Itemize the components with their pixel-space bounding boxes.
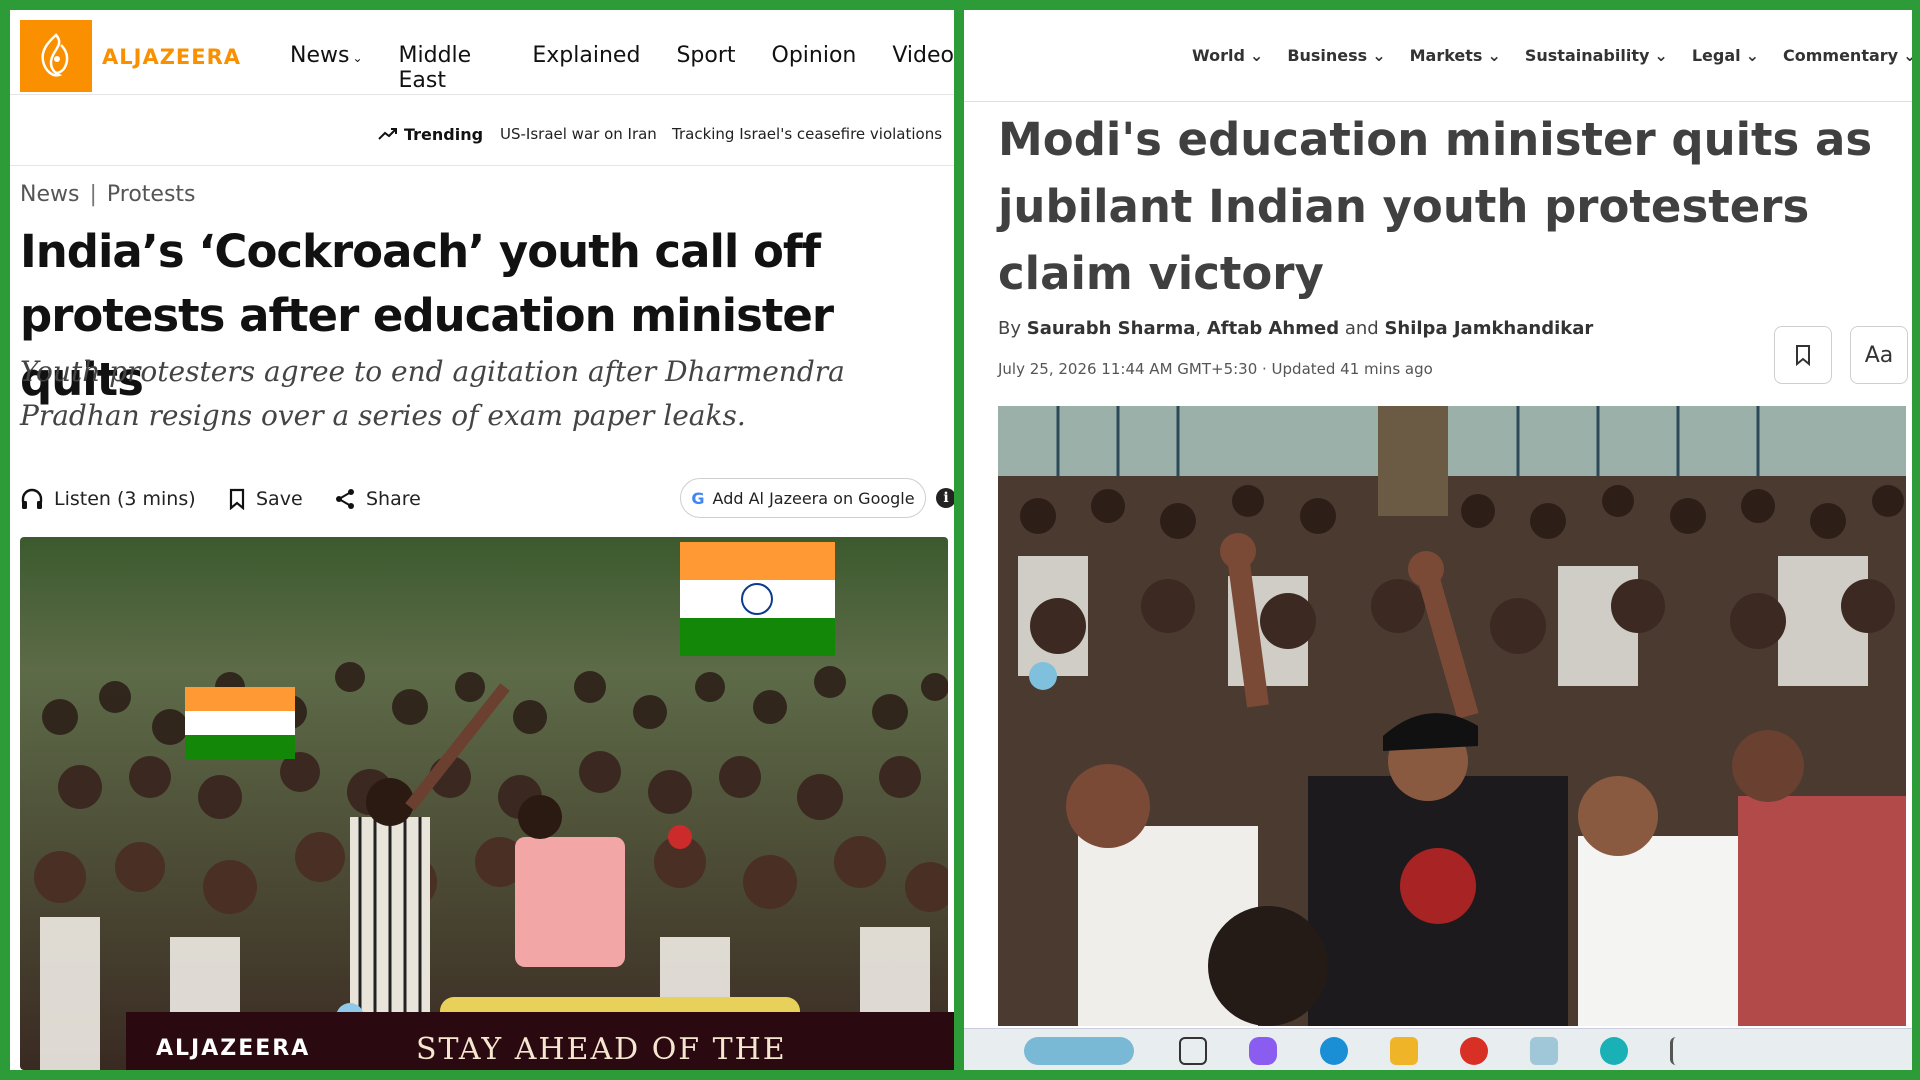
newsletter-banner[interactable]: ALJAZEERA STAY AHEAD OF THE HEADLINES: [126, 1012, 954, 1070]
font-size-button[interactable]: Aa: [1850, 326, 1908, 384]
bookmark-button[interactable]: [1774, 326, 1832, 384]
reuters-page: World ⌄ Business ⌄ Markets ⌄ Sustainability…: [964, 10, 1912, 1070]
article-headline: Modi's education minister quits as jubil…: [998, 113, 1873, 300]
chevron-down-icon: ⌄: [1372, 46, 1386, 65]
nav-label: Markets: [1409, 46, 1483, 65]
nav-label: News: [290, 43, 350, 68]
listen-label: Listen (3 mins): [54, 488, 196, 510]
article-hero-image: [998, 406, 1906, 1026]
info-icon[interactable]: i: [936, 488, 954, 508]
nav-items: World ⌄ Business ⌄ Markets ⌄ Sustainability…: [1192, 46, 1912, 65]
nav-item-news[interactable]: News ⌄: [290, 43, 363, 93]
chevron-down-icon: ⌄: [1745, 46, 1759, 65]
article-hero-image: [20, 537, 948, 1070]
app-icon[interactable]: [1530, 1037, 1558, 1065]
nav-item-legal[interactable]: Legal ⌄: [1692, 46, 1759, 65]
share-label: Share: [366, 488, 421, 510]
nav-label: Legal: [1691, 46, 1741, 65]
copilot-icon[interactable]: [1249, 1037, 1277, 1065]
nav-item-business[interactable]: Business ⌄: [1287, 46, 1385, 65]
byline-prefix: By: [998, 318, 1022, 339]
trending-icon: [378, 128, 397, 140]
weather-widget-icon[interactable]: [1024, 1037, 1134, 1065]
chevron-down-icon: ⌄: [1654, 46, 1668, 65]
breadcrumb-protests[interactable]: Protests: [107, 182, 196, 207]
site-nav: World ⌄ Business ⌄ Markets ⌄ Sustainability…: [964, 10, 1912, 102]
breadcrumb-separator: |: [89, 182, 97, 207]
nav-item-video[interactable]: Video: [892, 43, 954, 93]
save-button[interactable]: Save: [228, 488, 303, 510]
author-link[interactable]: Saurabh Sharma: [1027, 318, 1196, 339]
trending-link[interactable]: US-Israel war on Iran: [500, 125, 657, 143]
byline: By Saurabh Sharma, Aftab Ahmed and Shilp…: [998, 318, 1594, 339]
share-button[interactable]: Share: [334, 488, 421, 510]
aljazeera-page: ALJAZEERA News ⌄ Middle East Explained Sp…: [10, 10, 954, 1070]
edge-icon[interactable]: [1320, 1037, 1348, 1065]
nav-item-commentary[interactable]: Commentary ⌄: [1783, 46, 1912, 65]
chrome-icon[interactable]: [1460, 1037, 1488, 1065]
taskbar: [964, 1028, 1912, 1070]
nav-label: World: [1192, 46, 1245, 65]
google-button-label: Add Al Jazeera on Google: [712, 488, 915, 508]
trending-link[interactable]: Tracking Israel's ceasefire violations: [672, 125, 942, 143]
india-flag-small: [185, 687, 295, 759]
breadcrumb: News | Protests: [20, 182, 196, 207]
nav-item-sustainability[interactable]: Sustainability ⌄: [1525, 46, 1668, 65]
nav-label: Sustainability: [1524, 46, 1650, 65]
byline-conjunction: and: [1344, 318, 1379, 339]
listen-button[interactable]: Listen (3 mins): [20, 488, 196, 510]
dateline: July 25, 2026 11:44 AM GMT+5:30 · Update…: [998, 360, 1433, 378]
protest-crowd-photo: [20, 537, 948, 1070]
site-header: ALJAZEERA News ⌄ Middle East Explained Sp…: [10, 10, 954, 95]
author-link[interactable]: Aftab Ahmed: [1207, 318, 1339, 339]
india-flag-large: [680, 542, 835, 656]
nav-item-world[interactable]: World ⌄: [1192, 46, 1263, 65]
chevron-down-icon: ⌄: [1249, 46, 1264, 65]
nav-item-sport[interactable]: Sport: [676, 43, 735, 93]
nav-item-markets[interactable]: Markets ⌄: [1410, 46, 1501, 65]
nav-item-opinion[interactable]: Opinion: [772, 43, 857, 93]
article-actions: Listen (3 mins) Save Share G Add Al Jaze…: [20, 478, 954, 524]
file-explorer-icon[interactable]: [1390, 1037, 1418, 1065]
protest-crowd-photo: [998, 406, 1906, 1026]
google-g-icon: G: [691, 488, 705, 508]
article-subheadline: Youth protesters agree to end agitation …: [20, 355, 845, 432]
aljazeera-logo-icon[interactable]: [20, 20, 92, 92]
share-icon: [336, 489, 354, 509]
nav-item-middle-east[interactable]: Middle East: [399, 43, 497, 93]
nav-item-explained[interactable]: Explained: [532, 43, 640, 93]
trending-bar: Trending US-Israel war on Iran Tracking …: [10, 96, 954, 166]
breadcrumb-news[interactable]: News: [20, 182, 79, 207]
chevron-down-icon: ⌄: [1903, 46, 1912, 65]
banner-text: STAY AHEAD OF THE HEADLINES: [416, 1032, 787, 1070]
main-nav: News ⌄ Middle East Explained Sport Opinio…: [290, 43, 954, 93]
aljazeera-wordmark[interactable]: ALJAZEERA: [102, 45, 241, 69]
nav-label: Business: [1287, 46, 1368, 65]
author-link[interactable]: Shilpa Jamkhandikar: [1384, 318, 1593, 339]
chevron-down-icon: ⌄: [1487, 46, 1501, 65]
app-icon[interactable]: [1670, 1037, 1698, 1065]
add-on-google-button[interactable]: G Add Al Jazeera on Google: [680, 478, 926, 518]
nav-label: Commentary: [1783, 46, 1899, 65]
save-label: Save: [256, 488, 303, 510]
trending-label: Trending: [404, 125, 484, 144]
app-icon[interactable]: [1600, 1037, 1628, 1065]
task-view-icon[interactable]: [1179, 1037, 1207, 1065]
bookmark-icon: [229, 488, 245, 510]
banner-logo: ALJAZEERA: [156, 1036, 311, 1061]
bookmark-icon: [1796, 345, 1810, 366]
chevron-down-icon: ⌄: [352, 51, 363, 65]
headphones-icon: [21, 488, 43, 509]
